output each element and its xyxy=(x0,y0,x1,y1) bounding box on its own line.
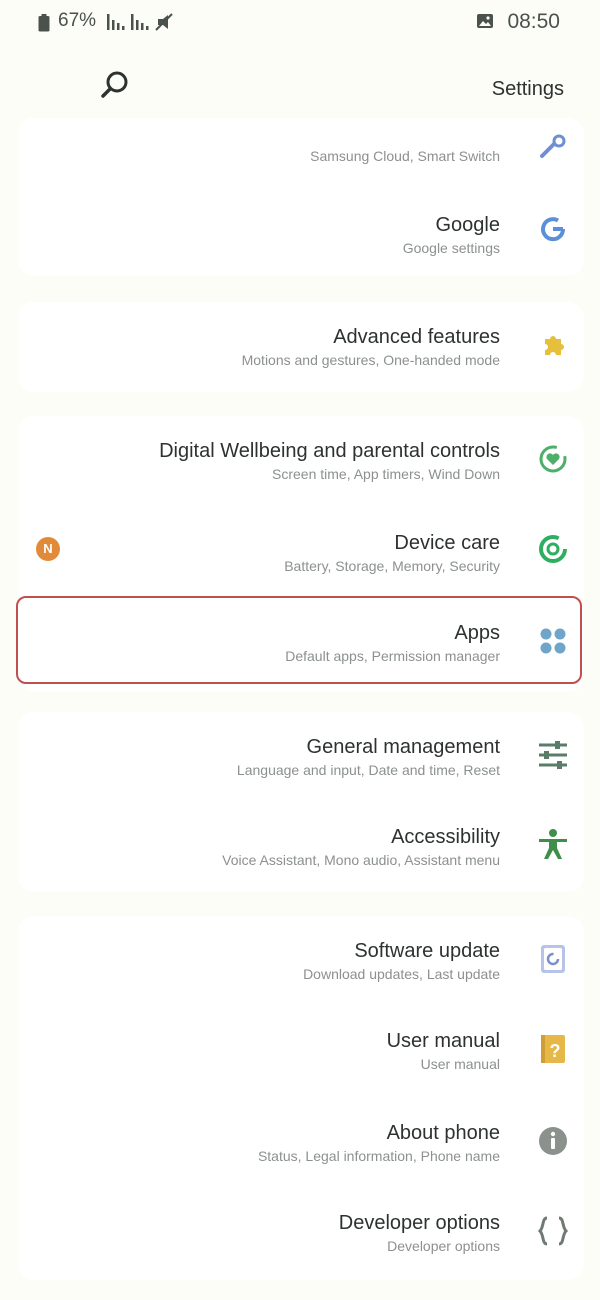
settings-item-label: Software update xyxy=(354,940,500,962)
settings-item-label: Device care xyxy=(394,532,500,554)
settings-item-advanced[interactable]: Advanced features Motions and gestures, … xyxy=(18,302,584,392)
settings-group-system: Software update Download updates, Last u… xyxy=(18,916,584,1280)
settings-item-sub: Google settings xyxy=(402,240,500,256)
battery-icon xyxy=(38,14,50,37)
settings-item-general[interactable]: General management Language and input, D… xyxy=(18,712,584,802)
manual-icon: ? xyxy=(536,1032,570,1066)
new-badge: N xyxy=(36,537,60,561)
settings-group-accounts: Samsung Cloud, Smart Switch Google Googl… xyxy=(18,118,584,276)
settings-item-sub: Screen time, App timers, Wind Down xyxy=(272,466,500,482)
puzzle-icon xyxy=(536,330,570,364)
settings-item-wellbeing[interactable]: Digital Wellbeing and parental controls … xyxy=(18,416,584,506)
settings-item-label: Google xyxy=(435,214,501,236)
settings-item-accounts[interactable]: Samsung Cloud, Smart Switch xyxy=(18,118,584,184)
settings-item-sub: Language and input, Date and time, Reset xyxy=(236,762,500,778)
page-title: Settings xyxy=(491,78,564,100)
braces-icon xyxy=(536,1214,570,1248)
status-time: 08:50 xyxy=(507,10,560,33)
device-care-icon xyxy=(536,532,570,566)
settings-item-about-phone[interactable]: About phone Status, Legal information, P… xyxy=(18,1098,584,1188)
settings-item-label: General management xyxy=(306,736,500,758)
gallery-icon xyxy=(476,13,494,34)
key-icon xyxy=(536,132,570,166)
settings-item-sub: Samsung Cloud, Smart Switch xyxy=(310,148,500,164)
settings-group-general: General management Language and input, D… xyxy=(18,712,584,892)
battery-percent: 67% xyxy=(58,10,97,31)
software-update-icon xyxy=(536,942,570,976)
mute-icon xyxy=(154,12,174,37)
signal-icon xyxy=(107,14,125,35)
settings-item-developer-options[interactable]: Developer options Developer options xyxy=(18,1188,584,1278)
settings-item-sub: Download updates, Last update xyxy=(303,966,500,982)
settings-group-advanced: Advanced features Motions and gestures, … xyxy=(18,302,584,392)
google-icon xyxy=(536,212,570,246)
settings-item-accessibility[interactable]: Accessibility Voice Assistant, Mono audi… xyxy=(18,802,584,892)
settings-item-sub: User manual xyxy=(420,1056,500,1072)
info-icon xyxy=(536,1124,570,1158)
selection-highlight xyxy=(16,596,582,684)
settings-item-label: Accessibility xyxy=(391,826,500,848)
accessibility-icon xyxy=(536,828,570,862)
settings-item-sub: Battery, Storage, Memory, Security xyxy=(284,558,500,574)
search-icon xyxy=(101,71,128,98)
settings-item-label: Advanced features xyxy=(333,326,500,348)
settings-item-label: About phone xyxy=(386,1122,500,1144)
settings-item-label: User manual xyxy=(386,1030,500,1052)
settings-item-google[interactable]: Google Google settings xyxy=(18,184,584,274)
settings-item-label: Digital Wellbeing and parental controls xyxy=(159,440,500,462)
settings-item-label: Developer options xyxy=(338,1212,500,1234)
settings-item-sub: Motions and gestures, One-handed mode xyxy=(241,352,500,368)
settings-item-sub: Developer options xyxy=(387,1238,500,1254)
settings-item-sub: Voice Assistant, Mono audio, Assistant m… xyxy=(222,852,500,868)
settings-item-sub: Status, Legal information, Phone name xyxy=(257,1148,500,1164)
settings-item-software-update[interactable]: Software update Download updates, Last u… xyxy=(18,916,584,1006)
search-button[interactable] xyxy=(98,68,134,104)
sliders-icon xyxy=(536,738,570,772)
signal-icon xyxy=(131,14,149,35)
settings-item-device-care[interactable]: Device care Battery, Storage, Memory, Se… xyxy=(18,506,584,596)
status-bar: 08:50 67% xyxy=(0,0,600,46)
svg-text:?: ? xyxy=(550,1041,561,1061)
settings-item-user-manual[interactable]: ? User manual User manual xyxy=(18,1006,584,1096)
wellbeing-icon xyxy=(536,442,570,476)
